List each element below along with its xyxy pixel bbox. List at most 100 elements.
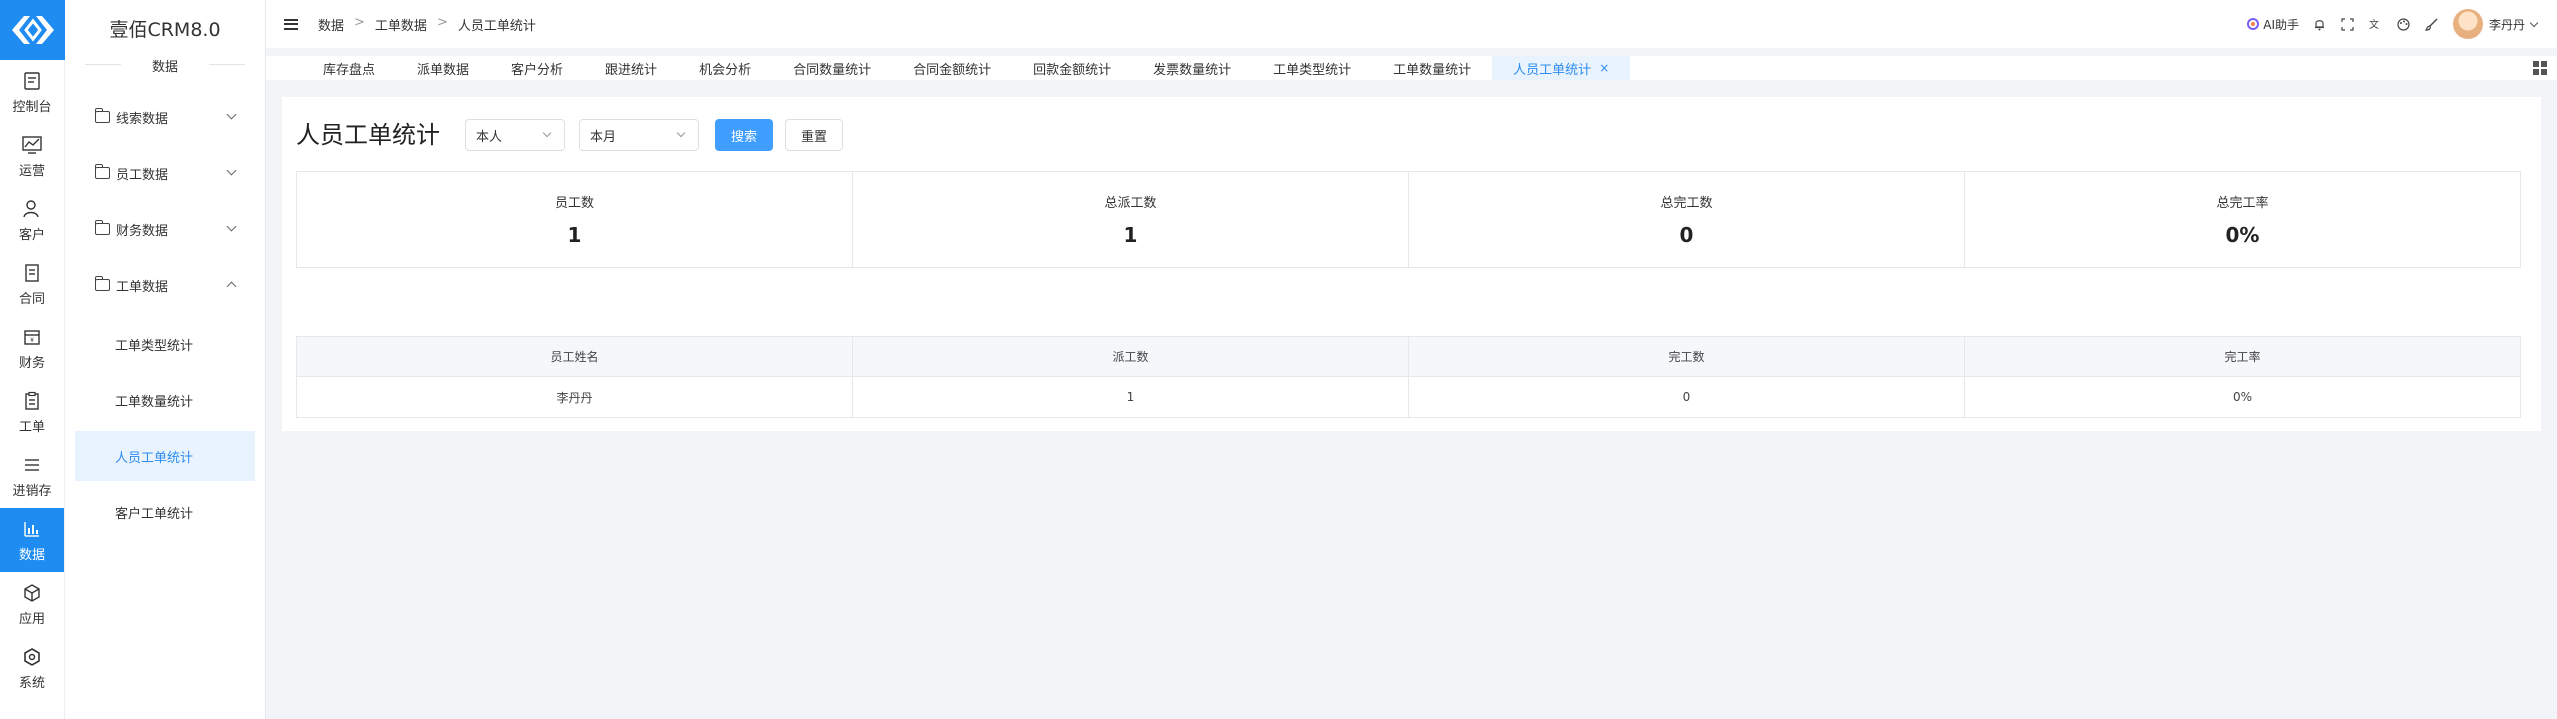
tab-opportunity-analysis[interactable]: 机会分析 xyxy=(678,56,772,80)
tab-followup-stats[interactable]: 跟进统计 xyxy=(584,56,678,80)
select-value: 本月 xyxy=(590,129,617,145)
menu-toggle-icon[interactable] xyxy=(284,18,298,30)
stat-total-completed: 总完工数 0 xyxy=(1409,172,1965,267)
sidebar-item-customer-stats[interactable]: 客户工单统计 xyxy=(75,487,255,537)
stat-label: 总完工数 xyxy=(1660,196,1713,211)
table-row[interactable]: 李丹丹 1 0 0% xyxy=(297,377,2520,417)
chevron-down-icon xyxy=(676,128,686,138)
tab-contract-count[interactable]: 合同数量统计 xyxy=(772,56,892,80)
table-cell: 李丹丹 xyxy=(297,377,853,417)
rail-item-label: 客户 xyxy=(18,227,45,243)
stat-value: 1 xyxy=(1123,223,1138,247)
finance-icon: ¥ xyxy=(21,326,43,348)
tab-customer-analysis[interactable]: 客户分析 xyxy=(490,56,584,80)
person-filter-select[interactable]: 本人 xyxy=(465,119,565,151)
table-cell: 0% xyxy=(2232,390,2253,404)
sidebar-section-title: 数据 xyxy=(65,56,265,75)
close-icon[interactable]: × xyxy=(1599,61,1609,75)
sidebar-group-employee[interactable]: 员工数据 xyxy=(65,145,265,201)
folder-icon xyxy=(95,108,110,123)
sidebar-group-label: 员工数据 xyxy=(116,167,169,183)
system-gear-icon xyxy=(21,646,43,668)
rail-item-dashboard[interactable]: 控制台 xyxy=(0,60,64,124)
chevron-down-icon xyxy=(226,165,237,176)
tab-payment-amount[interactable]: 回款金额统计 xyxy=(1012,56,1132,80)
sidebar: 壹佰CRM8.0 数据 线索数据 员工数据 财务数据 工单数据 工单类型统计 工… xyxy=(65,0,266,719)
brush-icon[interactable] xyxy=(2425,17,2439,31)
rail-item-label: 工单 xyxy=(18,419,45,435)
sidebar-group-leads[interactable]: 线索数据 xyxy=(65,89,265,145)
column-header[interactable]: 完工率 xyxy=(1965,337,2520,376)
rail-item-label: 合同 xyxy=(18,291,45,307)
rail-item-data[interactable]: 数据 xyxy=(0,508,64,572)
fullscreen-icon[interactable] xyxy=(2341,17,2355,31)
sidebar-item-person-stats[interactable]: 人员工单统计 xyxy=(75,431,255,481)
sidebar-group-finance[interactable]: 财务数据 xyxy=(65,201,265,257)
tabs-menu-grid-icon[interactable] xyxy=(2533,61,2547,75)
palette-icon[interactable] xyxy=(2397,17,2411,31)
dashboard-icon xyxy=(21,70,43,92)
chevron-down-icon xyxy=(226,109,237,120)
tab-contract-amount[interactable]: 合同金额统计 xyxy=(892,56,1012,80)
breadcrumb: 数据 > 工单数据 > 人员工单统计 xyxy=(318,15,536,34)
stat-label: 总派工数 xyxy=(1104,196,1157,211)
folder-icon xyxy=(95,220,110,235)
column-header[interactable]: 员工姓名 xyxy=(297,337,853,376)
stat-value: 1 xyxy=(567,223,582,247)
stat-value: 0% xyxy=(2225,223,2260,247)
tab-invoice-count[interactable]: 发票数量统计 xyxy=(1132,56,1252,80)
svg-text:文: 文 xyxy=(2369,18,2379,31)
rail-item-system[interactable]: 系统 xyxy=(0,636,64,700)
period-filter-select[interactable]: 本月 xyxy=(579,119,699,151)
rail-item-label: 进销存 xyxy=(12,483,52,499)
reset-button[interactable]: 重置 xyxy=(785,119,843,151)
rail-item-customer[interactable]: 客户 xyxy=(0,188,64,252)
tab-workorder-count[interactable]: 工单数量统计 xyxy=(1372,56,1492,80)
sidebar-group-workorder[interactable]: 工单数据 xyxy=(65,257,265,313)
contract-icon xyxy=(21,262,43,284)
page-tabs: 库存盘点 派单数据 客户分析 跟进统计 机会分析 合同数量统计 合同金额统计 回… xyxy=(266,56,2557,80)
rail-item-app[interactable]: 应用 xyxy=(0,572,64,636)
sidebar-item-count-stats[interactable]: 工单数量统计 xyxy=(75,375,255,425)
bell-icon[interactable] xyxy=(2313,17,2327,31)
select-value: 本人 xyxy=(476,129,503,145)
rail-item-operation[interactable]: 运营 xyxy=(0,124,64,188)
chevron-down-icon xyxy=(2529,18,2539,27)
rail-item-label: 应用 xyxy=(18,611,45,627)
search-button[interactable]: 搜索 xyxy=(715,119,773,151)
app-logo[interactable] xyxy=(0,0,65,60)
column-header[interactable]: 完工数 xyxy=(1409,337,1965,376)
rail-item-finance[interactable]: ¥ 财务 xyxy=(0,316,64,380)
rail-item-workorder[interactable]: 工单 xyxy=(0,380,64,444)
breadcrumb-item[interactable]: 数据 xyxy=(318,15,344,34)
tab-workorder-type[interactable]: 工单类型统计 xyxy=(1252,56,1372,80)
rail-item-label: 运营 xyxy=(18,163,45,179)
column-header[interactable]: 派工数 xyxy=(853,337,1409,376)
tab-inventory-check[interactable]: 库存盘点 xyxy=(302,56,396,80)
data-chart-icon xyxy=(21,518,43,540)
translate-icon[interactable]: 文 xyxy=(2369,17,2383,31)
tab-person-workorder[interactable]: 人员工单统计 × xyxy=(1492,56,1631,80)
rail-item-label: 数据 xyxy=(18,547,45,563)
ai-assistant-button[interactable]: AI助手 xyxy=(2246,16,2299,33)
brand-title: 壹佰CRM8.0 xyxy=(109,19,221,41)
sidebar-item-type-stats[interactable]: 工单类型统计 xyxy=(75,319,255,369)
main-panel: 人员工单统计 本人 本月 搜索 重置 员工数 1 总派工数 1 总完工数 0 总… xyxy=(282,97,2541,431)
user-menu[interactable]: 李丹丹 xyxy=(2452,9,2539,39)
svg-text:¥: ¥ xyxy=(30,337,34,344)
rail-item-inventory[interactable]: 进销存 xyxy=(0,444,64,508)
avatar xyxy=(2452,9,2483,39)
ai-logo-icon xyxy=(2246,17,2260,31)
top-header: 数据 > 工单数据 > 人员工单统计 AI助手 文 李丹丹 xyxy=(266,0,2557,48)
stat-completion-rate: 总完工率 0% xyxy=(1965,172,2520,267)
tab-dispatch-data[interactable]: 派单数据 xyxy=(396,56,490,80)
app-rail: 控制台 运营 客户 合同 ¥ 财务 工单 进销存 数据 应用 系统 xyxy=(0,0,65,719)
rail-item-label: 财务 xyxy=(18,355,45,371)
rail-item-contract[interactable]: 合同 xyxy=(0,252,64,316)
inventory-icon xyxy=(21,454,43,476)
sidebar-group-label: 工单数据 xyxy=(116,279,169,295)
stat-value: 0 xyxy=(1679,223,1694,247)
folder-icon xyxy=(95,276,110,291)
breadcrumb-item[interactable]: 工单数据 xyxy=(375,15,427,34)
tab-label: 人员工单统计 xyxy=(1513,62,1592,78)
